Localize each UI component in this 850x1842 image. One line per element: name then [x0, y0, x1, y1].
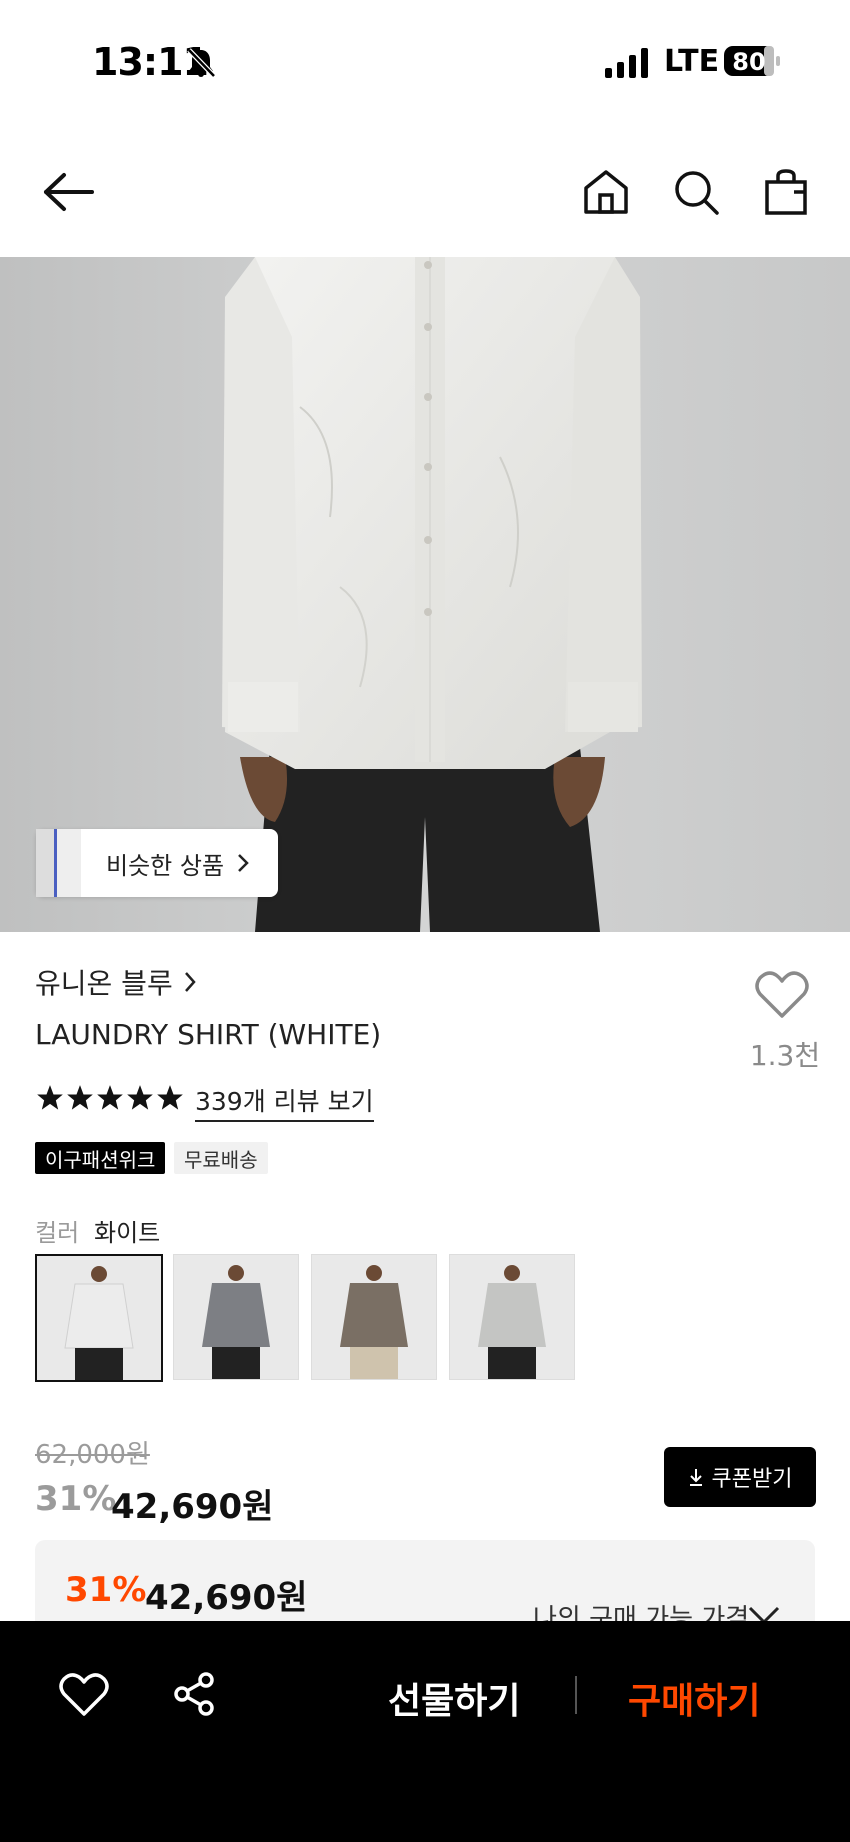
home-icon [584, 170, 628, 214]
free-shipping-badge: 무료배송 [174, 1142, 268, 1174]
box-sale-price: 42,690원 [145, 1578, 308, 1618]
search-button[interactable] [664, 160, 728, 224]
color-selected-value: 화이트 [94, 1219, 161, 1247]
similar-products-label: 비슷한 상품 [106, 851, 225, 880]
color-swatch-white[interactable] [35, 1254, 163, 1382]
rating-stars [36, 1084, 184, 1112]
star-icon [97, 1085, 123, 1110]
chevron-right-icon [238, 854, 249, 872]
review-link[interactable]: 339개 리뷰 보기 [195, 1082, 374, 1122]
color-label: 컬러 [35, 1219, 80, 1247]
network-type: LTE [664, 44, 720, 79]
swatch-thumbnail [174, 1255, 298, 1379]
bottom-divider [575, 1676, 577, 1714]
similar-products-button[interactable]: 비슷한 상품 [36, 829, 278, 897]
fashion-week-badge: 이구패션위크 [35, 1142, 166, 1174]
color-swatch-light-grey[interactable] [449, 1254, 575, 1380]
shopping-bag-icon [765, 169, 807, 215]
silent-bell-icon [187, 48, 216, 78]
brand-link[interactable]: 유니온 블루 [35, 962, 197, 1002]
back-arrow-icon [44, 173, 94, 211]
similar-thumbnails [36, 829, 81, 897]
back-button[interactable] [36, 160, 100, 224]
chevron-right-icon [184, 972, 196, 992]
share-icon[interactable] [170, 1670, 218, 1718]
product-title: LAUNDRY SHIRT (WHITE) [35, 1018, 382, 1051]
cart-button[interactable] [754, 160, 818, 224]
like-count: 1.3천 [749, 1039, 821, 1072]
buy-button[interactable]: 구매하기 [628, 1672, 760, 1724]
wishlist-heart-icon[interactable] [58, 1672, 110, 1718]
star-icon [157, 1085, 183, 1110]
color-swatch-grey[interactable] [173, 1254, 299, 1380]
swatch-thumbnail [450, 1255, 574, 1379]
signal-icon [605, 48, 648, 78]
search-icon [675, 171, 719, 215]
gift-button[interactable]: 선물하기 [388, 1672, 520, 1724]
heart-icon[interactable] [754, 970, 810, 1020]
star-icon [37, 1085, 63, 1110]
download-icon [689, 1469, 702, 1486]
sale-price: 42,690원 [111, 1487, 274, 1527]
coupon-button[interactable]: 쿠폰받기 [664, 1447, 816, 1507]
discount-rate: 31% [35, 1479, 117, 1519]
swatch-thumbnail [37, 1256, 161, 1380]
brand-name: 유니온 블루 [35, 967, 173, 1000]
star-icon [67, 1085, 93, 1110]
color-swatch-brown[interactable] [311, 1254, 437, 1380]
star-icon [127, 1085, 153, 1110]
bottom-action-bar [0, 1621, 850, 1842]
box-discount-rate: 31% [65, 1570, 147, 1610]
swatch-thumbnail [312, 1255, 436, 1379]
original-price: 62,000원 [35, 1440, 150, 1470]
battery-level: 80 [732, 48, 766, 76]
home-button[interactable] [574, 160, 638, 224]
coupon-label: 쿠폰받기 [711, 1467, 793, 1492]
